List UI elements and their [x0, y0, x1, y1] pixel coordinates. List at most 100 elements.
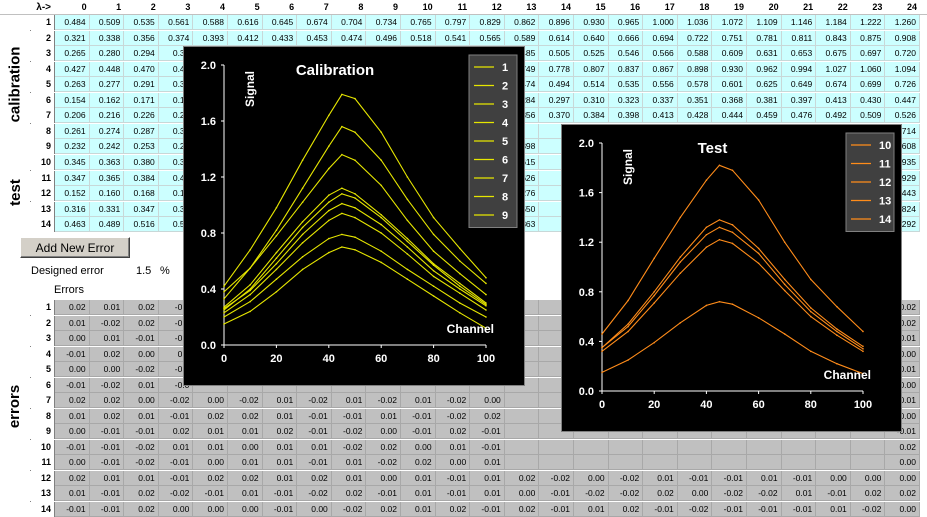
- cell[interactable]: 0.263: [55, 77, 90, 92]
- cell[interactable]: 0.152: [55, 186, 90, 201]
- cell[interactable]: 0.837: [608, 61, 644, 77]
- cell[interactable]: 0.02: [124, 315, 159, 331]
- cell[interactable]: 0.01: [262, 439, 298, 455]
- cell[interactable]: 0.765: [401, 15, 436, 30]
- cell[interactable]: -0.01: [781, 470, 817, 486]
- cell[interactable]: 0.781: [747, 30, 782, 46]
- cell[interactable]: 0.338: [89, 30, 125, 46]
- cell[interactable]: -0.01: [435, 486, 471, 501]
- cell[interactable]: [574, 455, 609, 470]
- cell[interactable]: 0.02: [885, 439, 920, 455]
- cell[interactable]: -0.01: [435, 470, 471, 486]
- cell[interactable]: [747, 439, 782, 455]
- cell[interactable]: [539, 439, 574, 455]
- cell[interactable]: 0.734: [366, 15, 401, 30]
- cell[interactable]: 0.807: [574, 61, 609, 77]
- cell[interactable]: 0.453: [297, 30, 332, 46]
- cell[interactable]: 0.674: [816, 77, 851, 92]
- cell[interactable]: -0.01: [55, 501, 90, 517]
- cell[interactable]: 0.363: [89, 155, 125, 170]
- cell[interactable]: 0.01: [297, 439, 332, 455]
- cell[interactable]: -0.01: [470, 439, 505, 455]
- designed-error-value[interactable]: 1.5: [136, 265, 151, 277]
- cell[interactable]: 1.027: [816, 61, 851, 77]
- cell[interactable]: 0.00: [677, 486, 713, 501]
- cell[interactable]: 0.01: [55, 486, 90, 501]
- cell[interactable]: 0.01: [158, 439, 194, 455]
- cell[interactable]: 0.00: [193, 501, 228, 517]
- cell[interactable]: 0.444: [712, 108, 747, 123]
- cell[interactable]: [781, 455, 817, 470]
- cell[interactable]: 0.896: [539, 15, 574, 30]
- cell[interactable]: 0.00: [158, 501, 194, 517]
- cell[interactable]: 1.072: [712, 15, 747, 30]
- cell[interactable]: 0.01: [193, 424, 228, 439]
- cell[interactable]: 0.216: [89, 108, 125, 123]
- cell[interactable]: -0.02: [297, 393, 332, 408]
- cell[interactable]: 0.00: [435, 455, 471, 470]
- cell[interactable]: 0.428: [677, 108, 713, 123]
- cell[interactable]: -0.02: [366, 455, 401, 470]
- cell[interactable]: 0.265: [55, 46, 90, 61]
- cell[interactable]: 1.146: [781, 15, 817, 30]
- cell[interactable]: 0.397: [781, 92, 817, 108]
- cell[interactable]: -0.01: [297, 408, 332, 424]
- cell[interactable]: 0.649: [781, 77, 817, 92]
- cell[interactable]: 0.01: [401, 470, 436, 486]
- cell[interactable]: 0.01: [55, 408, 90, 424]
- cell[interactable]: 0.02: [504, 470, 540, 486]
- cell[interactable]: 0.908: [885, 30, 920, 46]
- cell[interactable]: 0.541: [435, 30, 471, 46]
- cell[interactable]: 0.291: [124, 77, 159, 92]
- cell[interactable]: 0.430: [850, 92, 886, 108]
- cell[interactable]: 0.00: [55, 362, 90, 377]
- cell[interactable]: 0.01: [262, 455, 298, 470]
- cell[interactable]: 0.463: [55, 217, 90, 232]
- cell[interactable]: 0.413: [816, 92, 851, 108]
- cell[interactable]: 0.470: [124, 61, 159, 77]
- cell[interactable]: 0.720: [885, 46, 920, 61]
- cell[interactable]: 0.00: [193, 393, 228, 408]
- cell[interactable]: 1.036: [677, 15, 713, 30]
- cell[interactable]: 0.704: [331, 15, 367, 30]
- cell[interactable]: 0.02: [55, 300, 90, 315]
- cell[interactable]: 0.02: [401, 455, 436, 470]
- cell[interactable]: -0.02: [608, 470, 644, 486]
- cell[interactable]: 0.01: [262, 470, 298, 486]
- cell[interactable]: -0.01: [747, 501, 782, 517]
- cell[interactable]: 0.01: [193, 439, 228, 455]
- cell[interactable]: 0.01: [228, 486, 263, 501]
- cell[interactable]: 0.323: [608, 92, 644, 108]
- cell[interactable]: 0.274: [89, 123, 125, 139]
- cell[interactable]: 0.01: [643, 470, 678, 486]
- cell[interactable]: 0.965: [608, 15, 644, 30]
- cell[interactable]: -0.01: [158, 408, 194, 424]
- cell[interactable]: 0.00: [297, 501, 332, 517]
- cell[interactable]: 0.427: [55, 61, 90, 77]
- cell[interactable]: 0.509: [850, 108, 886, 123]
- cell[interactable]: 0.930: [574, 15, 609, 30]
- cell[interactable]: -0.01: [366, 486, 401, 501]
- cell[interactable]: -0.01: [124, 331, 159, 346]
- cell[interactable]: 0.01: [401, 501, 436, 517]
- cell[interactable]: 0.565: [470, 30, 505, 46]
- cell[interactable]: 0.02: [124, 486, 159, 501]
- cell[interactable]: -0.02: [331, 439, 367, 455]
- cell[interactable]: -0.02: [89, 377, 125, 393]
- cell[interactable]: 0.556: [643, 77, 678, 92]
- cell[interactable]: 1.094: [885, 61, 920, 77]
- cell[interactable]: -0.01: [539, 501, 574, 517]
- cell[interactable]: 0.160: [89, 186, 125, 201]
- cell[interactable]: 0.601: [712, 77, 747, 92]
- cell[interactable]: 0.492: [816, 108, 851, 123]
- cell[interactable]: 0.287: [124, 123, 159, 139]
- cell[interactable]: 0.589: [504, 30, 540, 46]
- cell[interactable]: 1.222: [850, 15, 886, 30]
- cell[interactable]: [712, 455, 747, 470]
- cell[interactable]: -0.02: [124, 455, 159, 470]
- cell[interactable]: 0.751: [712, 30, 747, 46]
- cell[interactable]: 0.00: [401, 439, 436, 455]
- cell[interactable]: 0.00: [193, 455, 228, 470]
- cell[interactable]: -0.01: [712, 501, 747, 517]
- cell[interactable]: 0.01: [366, 408, 401, 424]
